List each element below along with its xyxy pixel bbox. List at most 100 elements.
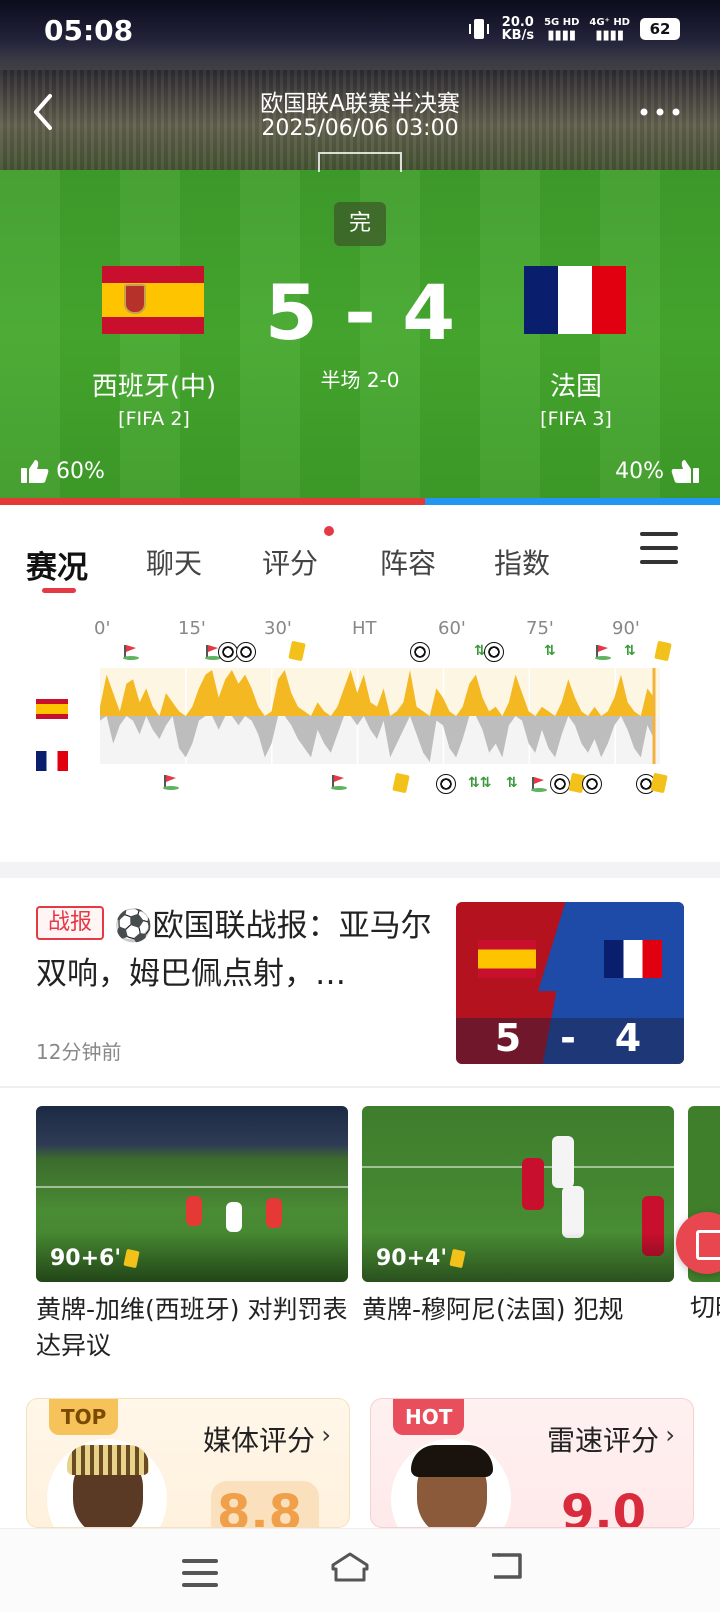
compose-button[interactable]: [676, 1212, 720, 1274]
video-thumbnail[interactable]: 90+4': [362, 1106, 674, 1282]
league-title: 欧国联A联赛半决赛: [260, 91, 460, 117]
tab-overview[interactable]: 赛况: [26, 542, 88, 587]
menu-line: [182, 1583, 218, 1587]
goal-ball-icon[interactable]: [218, 642, 238, 662]
yellow-card-icon[interactable]: [650, 772, 668, 794]
divider: [0, 1086, 720, 1088]
goal-frame: [318, 152, 402, 172]
thumbs-up-icon: [671, 460, 699, 483]
match-status-badge: 完: [334, 202, 386, 246]
tab-ratings[interactable]: 评分: [262, 542, 318, 582]
home-mini-flag: [36, 699, 68, 719]
video-minute: 90+6': [50, 1246, 140, 1271]
player-figure: [552, 1136, 574, 1188]
section-divider: [0, 862, 720, 878]
away-support-percent: 40%: [615, 458, 664, 484]
video-minute-text: 90+4': [376, 1246, 448, 1271]
net-speed-unit: KB/s: [501, 28, 535, 43]
substitution-icon[interactable]: ⇅: [544, 642, 556, 660]
video-caption[interactable]: 黄牌-穆阿尼(法国) 犯规: [362, 1292, 674, 1328]
video-card[interactable]: 90+6' 黄牌-加维(西班牙) 对判罚表达异议: [36, 1106, 348, 1364]
tab-chat[interactable]: 聊天: [146, 542, 202, 582]
media-rating-card[interactable]: TOP 媒体评分 › 8.8: [26, 1398, 350, 1528]
video-caption[interactable]: 黄牌-加维(西班牙) 对判罚表达异议: [36, 1292, 348, 1364]
player-hair: [411, 1445, 493, 1477]
status-icons: 20.0 KB/s 5G HD ▮▮▮▮ 4G⁺ HD ▮▮▮▮ 62: [466, 16, 680, 42]
notification-dot: [324, 526, 334, 536]
yellow-card-icon: [123, 1248, 140, 1269]
news-thumbnail[interactable]: 5-4: [456, 902, 684, 1064]
back-icon[interactable]: [488, 1551, 528, 1581]
menu-button[interactable]: [640, 532, 678, 564]
goal-ball-icon[interactable]: [436, 774, 456, 794]
yellow-card-icon[interactable]: [288, 640, 306, 662]
chevron-right-icon[interactable]: ›: [665, 1421, 675, 1449]
recent-apps-button[interactable]: [178, 1559, 222, 1599]
corner-flag-icon[interactable]: [162, 774, 180, 790]
thumb-away-score: 4: [614, 1016, 646, 1060]
clock: 05:08: [44, 14, 134, 47]
corner-flag-icon[interactable]: [330, 774, 348, 790]
active-tab-indicator: [42, 588, 76, 593]
signal-bars-icon: ▮▮▮▮: [547, 28, 577, 43]
tab-odds[interactable]: 指数: [494, 542, 550, 582]
tick-label: 75': [526, 618, 554, 639]
rating-title[interactable]: 媒体评分: [203, 1419, 315, 1459]
menu-line: [182, 1571, 218, 1575]
pitch-line: [36, 1186, 348, 1188]
home-icon[interactable]: [330, 1551, 370, 1583]
yellow-card-icon[interactable]: [654, 640, 672, 662]
video-caption-peek[interactable]: 切时: [690, 1290, 720, 1326]
yellow-card-icon[interactable]: [392, 772, 410, 794]
goal-ball-icon[interactable]: [550, 774, 570, 794]
substitution-icon[interactable]: ⇅: [624, 642, 636, 660]
player-figure: [266, 1198, 282, 1228]
thumb-score-sep: -: [560, 1016, 580, 1060]
chevron-right-icon[interactable]: ›: [321, 1421, 331, 1449]
final-score: 5 - 4: [264, 268, 456, 357]
home-support[interactable]: 60%: [20, 458, 105, 484]
news-tag: 战报: [36, 906, 104, 940]
tab-lineup[interactable]: 阵容: [380, 542, 436, 582]
status-bar: 05:08 20.0 KB/s 5G HD ▮▮▮▮ 4G⁺ HD ▮▮▮▮ 62: [0, 0, 720, 60]
home-team-name[interactable]: 西班牙(中): [34, 366, 274, 403]
menu-line: [182, 1559, 218, 1563]
substitution-icon[interactable]: ⇅⇅: [468, 774, 491, 792]
sim1-signal: 5G HD ▮▮▮▮: [544, 16, 579, 42]
player-figure: [522, 1158, 544, 1210]
corner-flag-icon[interactable]: [530, 776, 548, 792]
thumb-score: 5-4: [456, 1016, 684, 1060]
tick-label: 0': [94, 618, 111, 639]
corner-flag-icon[interactable]: [594, 644, 612, 660]
corner-flag-icon[interactable]: [122, 644, 140, 660]
goal-ball-icon[interactable]: [236, 642, 256, 662]
substitution-icon[interactable]: ⇅: [506, 774, 518, 792]
away-team-rank: [FIFA 3]: [540, 408, 612, 430]
player-figure: [226, 1202, 242, 1232]
support-bar-home: [0, 498, 425, 505]
momentum-chart: [100, 668, 660, 764]
goal-ball-icon[interactable]: [582, 774, 602, 794]
leisu-rating-card[interactable]: HOT 雷速评分 › 9.0: [370, 1398, 694, 1528]
hot-badge: HOT: [393, 1399, 465, 1435]
player-hair: [67, 1445, 149, 1475]
video-thumbnail[interactable]: 90+6': [36, 1106, 348, 1282]
video-card[interactable]: 90+4' 黄牌-穆阿尼(法国) 犯规: [362, 1106, 674, 1328]
tick-label: 90': [612, 618, 640, 639]
support-bar: [0, 498, 720, 505]
away-team-name[interactable]: 法国: [456, 366, 696, 403]
news-item[interactable]: ⚽欧国联战报：亚马尔双响，姆巴佩点射，… 战报 12分钟前 5-4: [0, 878, 720, 1088]
menu-line: [640, 546, 678, 550]
away-support[interactable]: 40%: [615, 458, 700, 484]
video-minute-text: 90+6': [50, 1246, 122, 1271]
net-speed: 20.0 KB/s: [502, 16, 534, 42]
home-support-percent: 60%: [56, 458, 105, 484]
rating-title[interactable]: 雷速评分: [547, 1419, 659, 1459]
goal-ball-icon[interactable]: [410, 642, 430, 662]
tick-label: 15': [178, 618, 206, 639]
rating-score: 8.8: [217, 1485, 303, 1528]
tick-label: 60': [438, 618, 466, 639]
vibrate-icon: [468, 19, 489, 39]
goal-ball-icon[interactable]: [484, 642, 504, 662]
tick-label: HT: [352, 618, 377, 639]
